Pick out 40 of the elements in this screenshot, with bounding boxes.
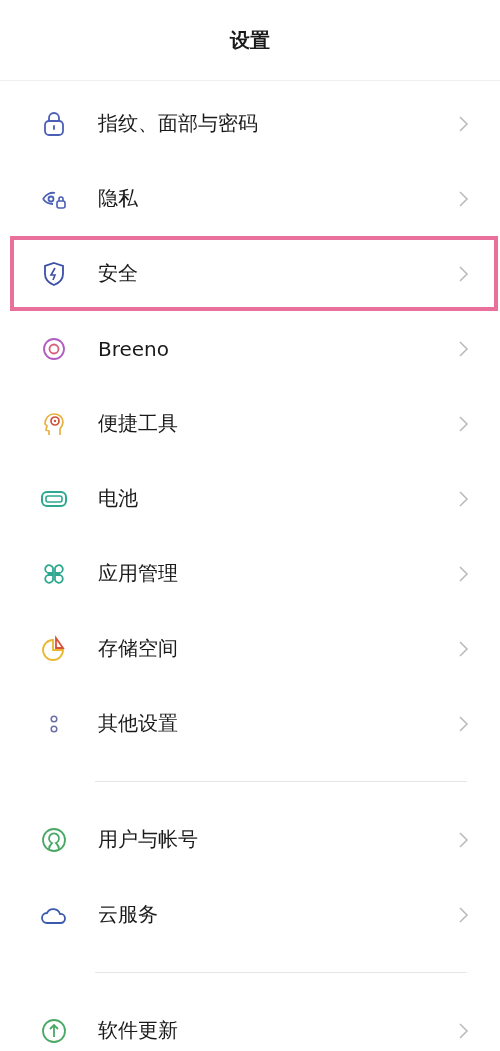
item-label: 用户与帐号 [98,826,199,853]
highlighted-settings-item[interactable]: 安全 [10,236,498,311]
item-label: 软件更新 [98,1017,179,1044]
settings-item[interactable]: 隐私 [0,161,500,236]
dots-icon [50,714,58,733]
screen-title: 设置 [230,26,270,54]
settings-item[interactable]: 用户与帐号 [0,802,500,877]
item-label: 应用管理 [98,560,179,587]
settings-item[interactable]: Breeno [0,311,500,386]
item-label: 电池 [98,485,139,512]
item-label: 指纹、面部与密码 [98,110,259,137]
item-label: 云服务 [98,901,159,928]
chevron-icon [458,1021,470,1040]
chevron-icon [458,189,470,208]
item-label: 便捷工具 [98,410,179,437]
settings-item[interactable]: 指纹、面部与密码 [0,86,500,161]
chevron-icon [458,339,470,358]
chevron-icon [458,264,470,283]
item-label: 存储空间 [98,635,179,662]
settings-item[interactable]: 软件更新 [0,993,500,1051]
settings-item[interactable]: 其他设置 [0,686,500,761]
chevron-icon [458,714,470,733]
settings-item[interactable]: 存储空间 [0,611,500,686]
chevron-icon [458,414,470,433]
settings-item[interactable]: 便捷工具 [0,386,500,461]
item-label: 隐私 [98,185,139,212]
chevron-icon [458,564,470,583]
user-icon [40,825,68,854]
upload-icon [40,1016,68,1045]
settings-item[interactable]: 应用管理 [0,536,500,611]
settings-item[interactable]: 云服务 [0,877,500,952]
chevron-icon [458,639,470,658]
chevron-icon [458,905,470,924]
settings-item[interactable]: 电池 [0,461,500,536]
chevron-icon [458,830,470,849]
chevron-icon [458,114,470,133]
chevron-icon [458,489,470,508]
item-label: 其他设置 [98,710,179,737]
item-label: Breeno [98,336,171,361]
item-label: 安全 [98,260,139,287]
